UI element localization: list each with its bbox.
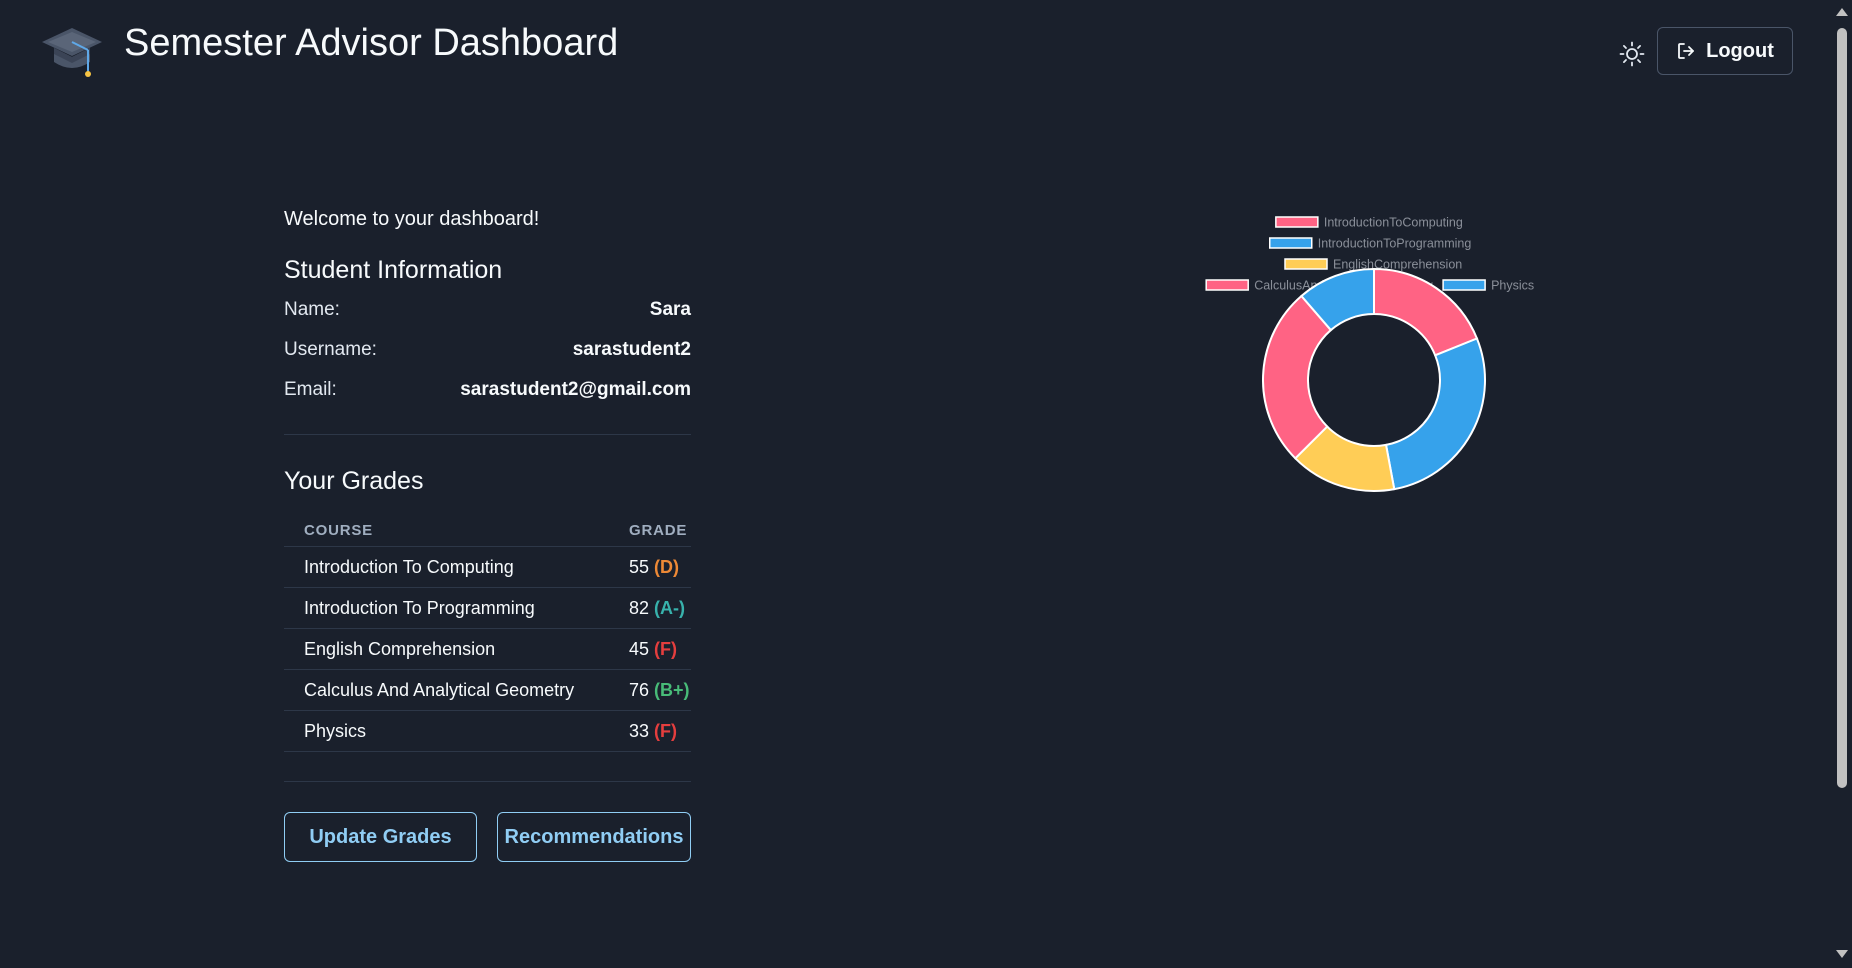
student-info-title: Student Information <box>284 256 503 284</box>
dashboard-page: Semester Advisor Dashboard Logout Welcom… <box>0 0 1832 968</box>
course-column-header: COURSE <box>284 514 629 547</box>
name-label: Name: <box>284 299 340 320</box>
table-row: Physics 33 (F) <box>284 710 691 752</box>
table-row: Calculus And Analytical Geometry 76 (B+) <box>284 669 691 711</box>
grade-letter: (A-) <box>654 597 686 618</box>
app-title: Semester Advisor Dashboard <box>124 22 619 64</box>
grade-letter: (F) <box>654 638 678 659</box>
course-name: Physics <box>284 710 629 752</box>
logout-button[interactable]: Logout <box>1657 27 1793 75</box>
info-row-name: Name: Sara <box>284 299 691 321</box>
grade-letter: (B+) <box>654 679 690 700</box>
update-grades-button[interactable]: Update Grades <box>284 812 477 862</box>
course-name: Introduction To Programming <box>284 587 629 629</box>
table-row: English Comprehension 45 (F) <box>284 628 691 670</box>
grade-cell: 33 (F) <box>629 710 691 752</box>
chart-slice[interactable] <box>1384 337 1486 491</box>
grade-score: 45 <box>629 638 650 659</box>
legend-label: IntroductionToProgramming <box>1318 237 1472 251</box>
grades-doughnut-chart: IntroductionToComputing IntroductionToPro… <box>1205 216 1534 492</box>
sun-icon[interactable] <box>1618 40 1646 68</box>
scroll-up-arrow[interactable] <box>1836 8 1848 16</box>
name-value: Sara <box>649 299 691 320</box>
legend-swatch <box>1269 237 1313 249</box>
grade-score: 55 <box>629 556 650 577</box>
divider <box>284 434 691 435</box>
grade-letter: (D) <box>654 556 680 577</box>
legend-swatch <box>1275 216 1319 228</box>
legend-item[interactable]: IntroductionToComputing <box>1275 216 1463 230</box>
legend-label: EnglishComprehension <box>1333 258 1462 272</box>
legend-swatch <box>1442 279 1486 291</box>
course-name: English Comprehension <box>284 628 629 670</box>
logout-label: Logout <box>1706 39 1774 62</box>
grades-title: Your Grades <box>284 467 424 495</box>
info-row-username: Username: sarastudent2 <box>284 339 691 361</box>
grade-cell: 82 (A-) <box>629 587 691 629</box>
grade-score: 76 <box>629 679 650 700</box>
legend-label: Physics <box>1491 279 1534 293</box>
logout-icon <box>1678 43 1695 59</box>
legend-item[interactable]: Physics <box>1442 279 1534 293</box>
grades-table: COURSE GRADE Introduction To Computing 5… <box>284 514 691 752</box>
table-row: Introduction To Programming 82 (A-) <box>284 587 691 629</box>
table-row: Introduction To Computing 55 (D) <box>284 546 691 588</box>
info-row-email: Email: sarastudent2@gmail.com <box>284 379 691 401</box>
grade-cell: 45 (F) <box>629 628 691 670</box>
welcome-message: Welcome to your dashboard! <box>284 208 540 230</box>
legend-item[interactable]: IntroductionToProgramming <box>1269 237 1472 251</box>
course-name: Calculus And Analytical Geometry <box>284 669 629 711</box>
course-name: Introduction To Computing <box>284 546 629 588</box>
legend-swatch <box>1205 279 1249 291</box>
grade-column-header: GRADE <box>629 514 691 547</box>
divider <box>284 781 691 782</box>
grade-cell: 76 (B+) <box>629 669 691 711</box>
scrollbar[interactable] <box>1832 0 1852 968</box>
scroll-down-arrow[interactable] <box>1836 950 1848 958</box>
recommendations-button[interactable]: Recommendations <box>497 812 691 862</box>
email-label: Email: <box>284 379 337 400</box>
scroll-thumb[interactable] <box>1837 28 1847 788</box>
graduation-cap-icon <box>42 28 102 77</box>
username-label: Username: <box>284 339 377 360</box>
username-value: sarastudent2 <box>572 339 691 360</box>
grade-score: 33 <box>629 720 650 741</box>
legend-swatch <box>1284 258 1328 270</box>
table-header-row: COURSE GRADE <box>284 514 691 547</box>
grade-letter: (F) <box>654 720 678 741</box>
legend-label: IntroductionToComputing <box>1324 216 1463 230</box>
grade-score: 82 <box>629 597 650 618</box>
grade-cell: 55 (D) <box>629 546 691 588</box>
email-value: sarastudent2@gmail.com <box>460 379 691 400</box>
chart-slice[interactable] <box>1262 294 1333 460</box>
